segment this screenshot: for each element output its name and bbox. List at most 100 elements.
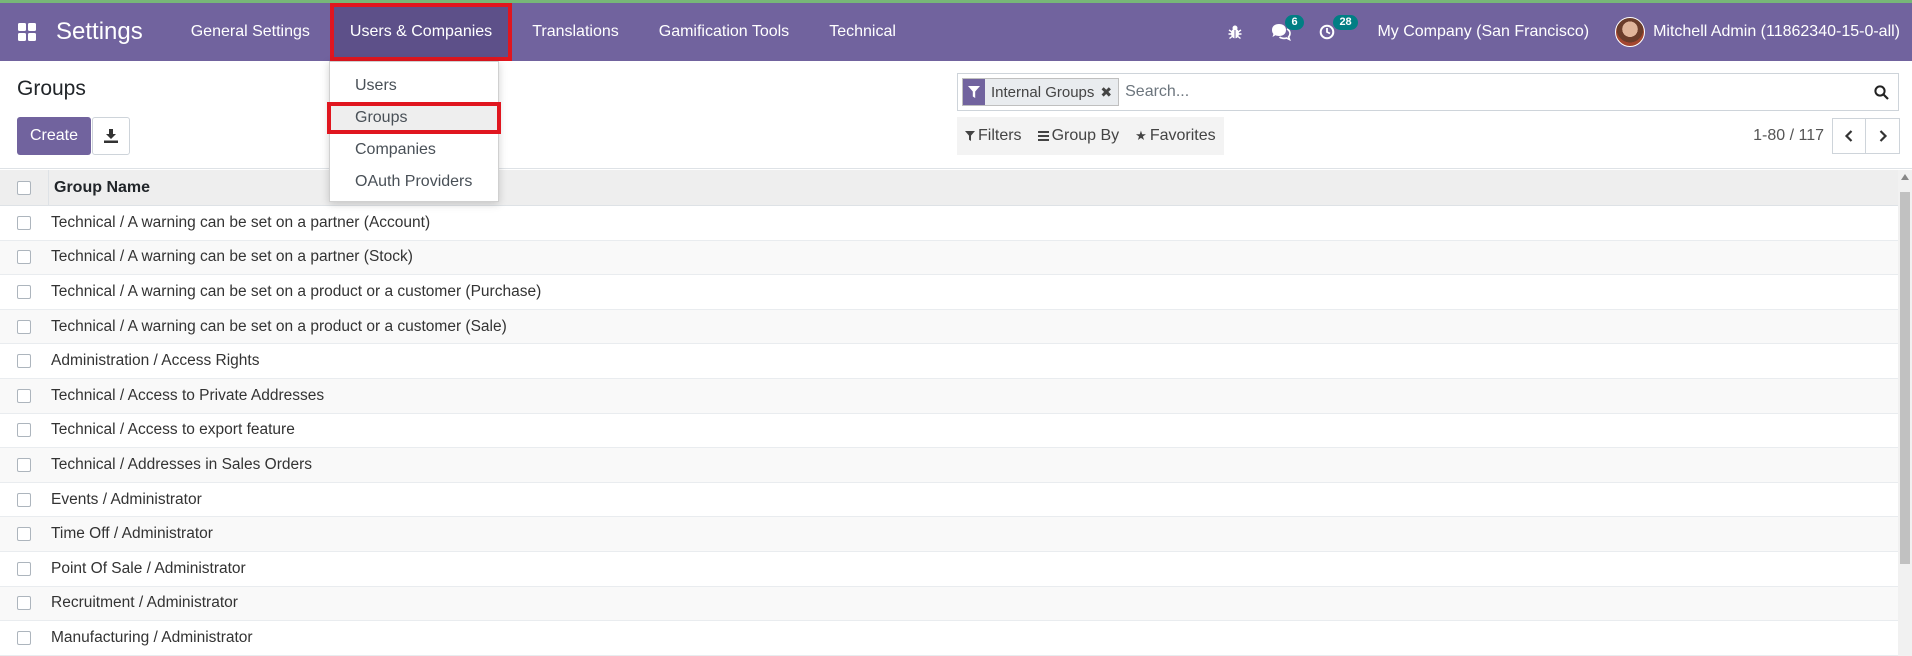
search-icon[interactable] <box>1864 84 1898 100</box>
funnel-icon <box>965 129 975 144</box>
table-body: Technical / A warning can be set on a pa… <box>0 206 1898 656</box>
row-check-cell <box>0 319 48 334</box>
table-row[interactable]: Technical / Addresses in Sales Orders <box>0 448 1898 483</box>
scroll-thumb[interactable] <box>1900 192 1910 564</box>
row-checkbox[interactable] <box>17 319 31 334</box>
table-row[interactable]: Point Of Sale / Administrator <box>0 551 1898 587</box>
bug-icon[interactable] <box>1213 3 1257 61</box>
row-group-name: Technical / A warning can be set on a pr… <box>51 317 507 335</box>
table-row[interactable]: Administration / Access Rights <box>0 344 1898 379</box>
top-navbar: Settings General Settings Users & Compan… <box>0 0 1912 61</box>
menu-technical[interactable]: Technical <box>809 3 916 61</box>
row-check-cell <box>0 561 48 576</box>
table-row[interactable]: Technical / A warning can be set on a pa… <box>0 206 1898 241</box>
scroll-up-icon[interactable] <box>1901 174 1909 180</box>
row-checkbox[interactable] <box>17 423 31 438</box>
table-row[interactable]: Technical / A warning can be set on a pr… <box>0 275 1898 310</box>
pager-value[interactable]: 1-80 / 117 <box>1753 127 1824 145</box>
create-button[interactable]: Create <box>17 117 91 155</box>
table-row[interactable]: Technical / A warning can be set on a pa… <box>0 240 1898 276</box>
search-bar: Internal Groups ✖ <box>957 73 1899 111</box>
row-group-name: Technical / Access to Private Addresses <box>51 386 325 404</box>
row-checkbox[interactable] <box>17 250 31 265</box>
group-by-label: Group By <box>1051 127 1120 144</box>
search-options: Filters Group By ★ Favorites <box>957 117 1224 155</box>
app-name[interactable]: Settings <box>56 18 143 46</box>
menu-translations[interactable]: Translations <box>512 3 639 61</box>
row-group-name: Technical / A warning can be set on a pr… <box>51 282 542 300</box>
row-group-name: Technical / A warning can be set on a pa… <box>51 213 431 231</box>
facet-value: Internal Groups <box>991 83 1095 101</box>
dropdown-item-groups[interactable]: Groups <box>327 102 501 134</box>
table-row[interactable]: Technical / A warning can be set on a pr… <box>0 309 1898 345</box>
grid-icon[interactable] <box>0 3 54 61</box>
row-group-name: Technical / A warning can be set on a pa… <box>51 248 413 266</box>
page-title: Groups <box>17 77 86 100</box>
row-check-cell <box>0 423 48 438</box>
company-switcher[interactable]: My Company (San Francisco) <box>1349 23 1615 41</box>
row-checkbox[interactable] <box>17 527 31 542</box>
select-all-checkbox[interactable] <box>17 180 31 195</box>
row-checkbox[interactable] <box>17 457 31 472</box>
scrollbar[interactable] <box>1898 170 1912 656</box>
users-companies-dropdown: Users Groups Companies OAuth Providers <box>327 61 501 202</box>
clock-icon[interactable]: 28 <box>1305 3 1358 61</box>
dropdown-item-oauth-providers[interactable]: OAuth Providers <box>330 166 498 198</box>
row-checkbox[interactable] <box>17 284 31 299</box>
row-check-cell <box>0 457 48 472</box>
row-checkbox[interactable] <box>17 492 31 507</box>
row-checkbox[interactable] <box>17 561 31 576</box>
menu-gamification-tools[interactable]: Gamification Tools <box>639 3 809 61</box>
search-input[interactable] <box>1123 82 1864 102</box>
menu-users-companies[interactable]: Users & Companies <box>329 3 513 61</box>
bars-icon <box>1037 129 1049 144</box>
row-check-cell <box>0 250 48 265</box>
table-row[interactable]: Technical / Access to Private Addresses <box>0 378 1898 414</box>
menu-general-settings[interactable]: General Settings <box>171 3 330 61</box>
row-check-cell <box>0 388 48 403</box>
download-icon[interactable] <box>92 117 130 155</box>
user-name: Mitchell Admin (11862340-15-0-all) <box>1653 23 1900 40</box>
chevron-right-icon[interactable] <box>1866 118 1900 154</box>
row-group-name: Point Of Sale / Administrator <box>51 559 246 577</box>
star-icon: ★ <box>1135 128 1147 143</box>
dropdown-item-companies[interactable]: Companies <box>330 134 498 166</box>
table-row[interactable]: Manufacturing / Administrator <box>0 621 1898 656</box>
row-checkbox[interactable] <box>17 354 31 369</box>
row-check-cell <box>0 354 48 369</box>
facet-remove-icon[interactable]: ✖ <box>1100 84 1118 101</box>
row-check-cell <box>0 596 48 611</box>
table-row[interactable]: Time Off / Administrator <box>0 517 1898 552</box>
groups-table: Group Name Technical / A warning can be … <box>0 169 1898 656</box>
row-check-cell <box>0 284 48 299</box>
avatar <box>1615 17 1646 47</box>
row-checkbox[interactable] <box>17 215 31 230</box>
row-checkbox[interactable] <box>17 388 31 403</box>
column-group-name[interactable]: Group Name <box>48 169 150 206</box>
row-group-name: Time Off / Administrator <box>51 525 213 543</box>
favorites-label: Favorites <box>1149 127 1216 144</box>
dropdown-item-users[interactable]: Users <box>330 70 498 102</box>
row-checkbox[interactable] <box>17 630 31 645</box>
row-group-name: Administration / Access Rights <box>51 352 260 370</box>
chat-icon[interactable]: 6 <box>1257 3 1305 61</box>
table-row[interactable]: Technical / Access to export feature <box>0 413 1898 449</box>
row-group-name: Recruitment / Administrator <box>51 594 238 612</box>
chevron-left-icon[interactable] <box>1832 118 1866 154</box>
favorites-button[interactable]: ★ Favorites <box>1127 117 1223 155</box>
table-row[interactable]: Recruitment / Administrator <box>0 586 1898 622</box>
user-menu[interactable]: Mitchell Admin (11862340-15-0-all) <box>1615 17 1912 47</box>
row-check-cell <box>0 492 48 507</box>
row-check-cell <box>0 630 48 645</box>
systray: 6 28 My Company (San Francisco) Mitchell… <box>1213 3 1912 61</box>
row-check-cell <box>0 527 48 542</box>
table-row[interactable]: Events / Administrator <box>0 482 1898 518</box>
row-checkbox[interactable] <box>17 596 31 611</box>
select-all-cell <box>0 180 48 195</box>
group-by-button[interactable]: Group By <box>1030 117 1128 155</box>
row-group-name: Technical / Addresses in Sales Orders <box>51 455 313 473</box>
row-group-name: Events / Administrator <box>51 490 202 508</box>
filters-button[interactable]: Filters <box>957 117 1030 155</box>
pager: 1-80 / 117 <box>1753 117 1900 155</box>
control-panel: Groups Create Internal Groups ✖ Search..… <box>0 61 1912 169</box>
